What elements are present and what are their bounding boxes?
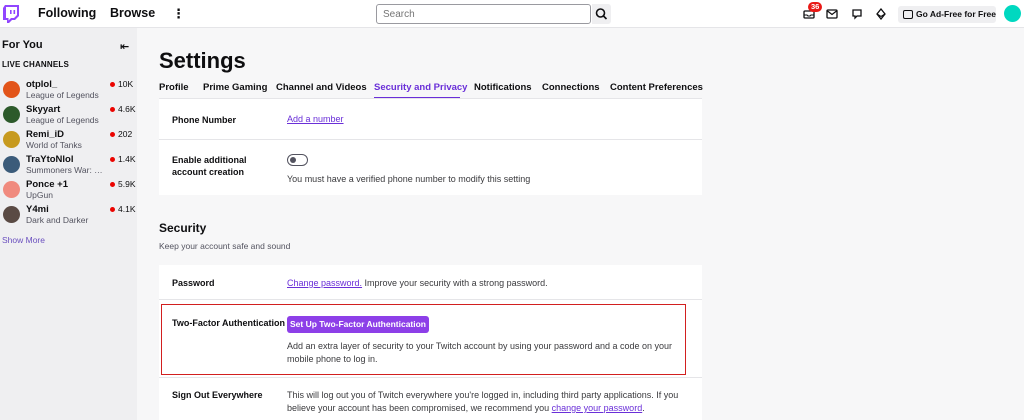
change-your-password-link[interactable]: change your password bbox=[552, 403, 643, 413]
channel-game: Dark and Darker bbox=[26, 215, 89, 225]
channel-item[interactable]: Skyyart League of Legends 4.6K bbox=[0, 103, 137, 128]
for-you-heading: For You bbox=[2, 39, 43, 51]
tab-content-preferences[interactable]: Content Preferences bbox=[610, 82, 703, 93]
channel-game: UpGun bbox=[26, 190, 53, 200]
tab-connections[interactable]: Connections bbox=[542, 82, 600, 93]
channel-game: League of Legends bbox=[26, 115, 99, 125]
channel-name: Y4mi bbox=[26, 204, 49, 215]
toggle-knob bbox=[290, 156, 296, 163]
change-password-link[interactable]: Change password. bbox=[287, 278, 362, 288]
bits-icon[interactable] bbox=[875, 8, 887, 20]
channel-avatar bbox=[3, 206, 20, 223]
channel-avatar bbox=[3, 181, 20, 198]
search-icon bbox=[595, 8, 608, 20]
additional-account-toggle[interactable] bbox=[287, 154, 308, 166]
password-row-text: Change password. Improve your security w… bbox=[287, 277, 548, 290]
viewer-count: 5.9K bbox=[118, 179, 136, 189]
tab-profile[interactable]: Profile bbox=[159, 82, 189, 93]
phone-number-label: Phone Number bbox=[172, 115, 237, 125]
search-input[interactable] bbox=[376, 4, 591, 24]
password-desc: Improve your security with a strong pass… bbox=[362, 278, 548, 288]
user-avatar[interactable] bbox=[1004, 5, 1021, 22]
channel-game: Summoners War: S... bbox=[26, 165, 106, 175]
search-button[interactable] bbox=[592, 4, 611, 24]
add-number-link[interactable]: Add a number bbox=[287, 114, 344, 124]
whispers-icon[interactable] bbox=[826, 8, 838, 20]
sidebar: For You ⇤ LIVE CHANNELS otplol_ League o… bbox=[0, 28, 137, 420]
viewer-count: 4.6K bbox=[118, 104, 136, 114]
password-label: Password bbox=[172, 278, 215, 288]
live-dot-icon bbox=[110, 132, 115, 137]
channel-avatar bbox=[3, 131, 20, 148]
channel-name: Ponce +1 bbox=[26, 179, 68, 190]
live-channels-heading: LIVE CHANNELS bbox=[2, 60, 70, 69]
show-more-link[interactable]: Show More bbox=[2, 235, 45, 245]
security-heading: Security bbox=[159, 221, 207, 235]
chat-icon[interactable] bbox=[851, 8, 863, 20]
page-title: Settings bbox=[159, 48, 246, 73]
row-divider bbox=[159, 299, 702, 300]
channel-item[interactable]: otplol_ League of Legends 10K bbox=[0, 78, 137, 103]
channel-item[interactable]: Ponce +1 UpGun 5.9K bbox=[0, 178, 137, 203]
security-subtitle: Keep your account safe and sound bbox=[159, 241, 291, 251]
go-ad-free-button[interactable]: Go Ad-Free for Free bbox=[898, 6, 996, 23]
channel-name: otplol_ bbox=[26, 79, 58, 90]
additional-account-label: Enable additional account creation bbox=[172, 155, 247, 177]
channel-item[interactable]: Y4mi Dark and Darker 4.1K bbox=[0, 203, 137, 228]
sign-out-text: This will log out you of Twitch everywhe… bbox=[287, 389, 687, 415]
live-dot-icon bbox=[110, 157, 115, 162]
channel-avatar bbox=[3, 81, 20, 98]
channel-avatar bbox=[3, 106, 20, 123]
tab-channel-and-videos[interactable]: Channel and Videos bbox=[276, 82, 367, 93]
following-link[interactable]: Following bbox=[38, 6, 96, 20]
viewer-count: 4.1K bbox=[118, 204, 136, 214]
row-divider bbox=[159, 139, 702, 140]
channel-item[interactable]: TraYtoNlol Summoners War: S... 1.4K bbox=[0, 153, 137, 178]
prime-crown-icon bbox=[903, 10, 913, 19]
tab-notifications[interactable]: Notifications bbox=[474, 82, 532, 93]
twitch-logo-icon[interactable] bbox=[3, 5, 19, 23]
tab-security-and-privacy[interactable]: Security and Privacy bbox=[374, 82, 467, 93]
two-factor-highlight-box bbox=[161, 304, 686, 375]
channel-game: World of Tanks bbox=[26, 140, 82, 150]
live-dot-icon bbox=[110, 82, 115, 87]
top-nav: Following Browse ⋮ 36 Go Ad-Free for Fre… bbox=[0, 0, 1024, 28]
row-divider bbox=[159, 377, 702, 378]
viewer-count: 10K bbox=[118, 79, 134, 89]
live-dot-icon bbox=[110, 182, 115, 187]
live-dot-icon bbox=[110, 207, 115, 212]
viewer-count: 1.4K bbox=[118, 154, 136, 164]
additional-account-note: You must have a verified phone number to… bbox=[287, 174, 531, 184]
channel-name: Skyyart bbox=[26, 104, 61, 115]
channel-game: League of Legends bbox=[26, 90, 99, 100]
notification-badge: 36 bbox=[808, 2, 823, 12]
channel-name: TraYtoNlol bbox=[26, 154, 74, 165]
sign-out-end: . bbox=[642, 403, 645, 413]
contact-panel: Phone Number Add a number Enable additio… bbox=[159, 99, 702, 195]
more-menu-icon[interactable]: ⋮ bbox=[172, 7, 185, 20]
live-dot-icon bbox=[110, 107, 115, 112]
channel-avatar bbox=[3, 156, 20, 173]
sign-out-label: Sign Out Everywhere bbox=[172, 390, 263, 400]
browse-link[interactable]: Browse bbox=[110, 6, 155, 20]
go-ad-free-label: Go Ad-Free for Free bbox=[916, 9, 996, 19]
viewer-count: 202 bbox=[118, 129, 133, 139]
channel-item[interactable]: Remi_iD World of Tanks 202 bbox=[0, 128, 137, 153]
channel-name: Remi_iD bbox=[26, 129, 65, 140]
collapse-sidebar-icon[interactable]: ⇤ bbox=[120, 40, 129, 53]
tab-prime-gaming[interactable]: Prime Gaming bbox=[203, 82, 267, 93]
